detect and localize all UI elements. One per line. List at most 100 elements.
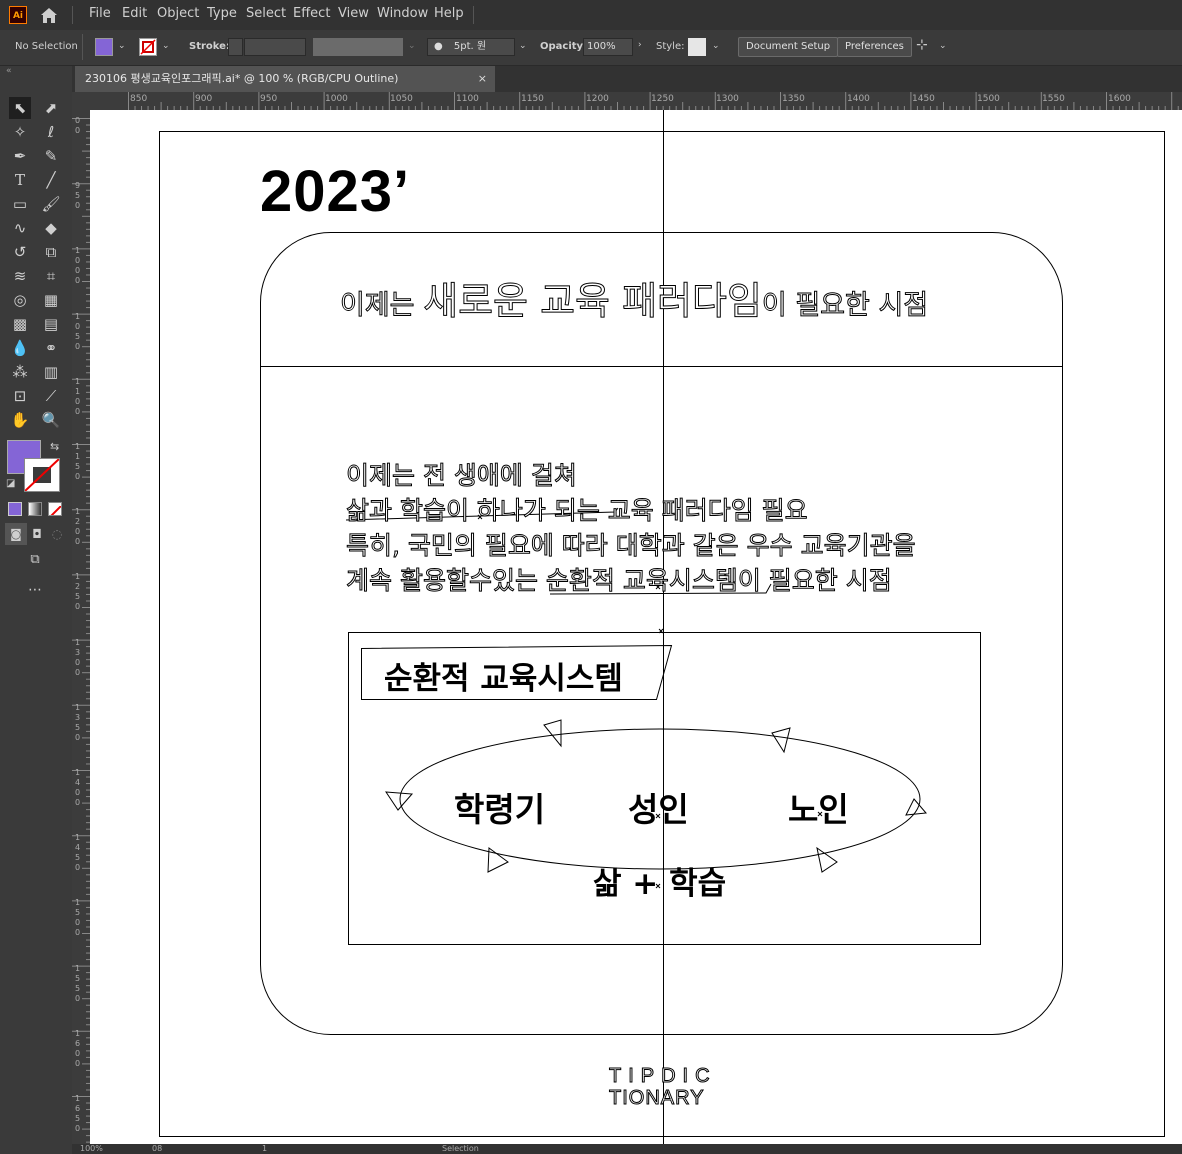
selection-status: No Selection — [15, 41, 78, 52]
home-icon[interactable] — [38, 5, 60, 25]
stage-label: 성인 — [628, 790, 689, 829]
type-tool-icon[interactable]: T — [9, 169, 31, 191]
menu-window[interactable]: Window — [377, 6, 428, 21]
close-icon[interactable]: × — [478, 66, 487, 92]
warp-tool-icon[interactable]: ≋ — [9, 265, 31, 287]
ruler-label: 1250 — [651, 94, 674, 104]
brush-definition-field[interactable]: ● 5pt. 원 — [427, 38, 515, 56]
draw-inside-icon[interactable]: ◌ — [46, 523, 68, 545]
paintbrush-tool-icon[interactable]: 🖌 — [40, 193, 62, 215]
draw-normal-icon[interactable]: ◙ — [5, 523, 27, 545]
fill-swatch[interactable] — [95, 38, 113, 56]
ruler-label: 1550 — [1042, 94, 1065, 104]
ruler-corner — [72, 92, 90, 110]
chevron-down-icon[interactable]: ⌄ — [118, 41, 126, 51]
ruler-label: 1400 — [847, 94, 870, 104]
ruler-label: 950 — [260, 94, 278, 104]
none-mode-icon[interactable] — [48, 502, 62, 516]
menu-bar: Ai File Edit Object Type Select Effect V… — [0, 0, 1182, 30]
ruler-ticks — [128, 92, 1179, 110]
ruler-label: 1 6 5 0 — [75, 1094, 81, 1133]
chevron-down-icon[interactable]: ⌄ — [408, 41, 416, 51]
opacity-field[interactable]: 100% — [583, 38, 633, 56]
stroke-label: Stroke: — [189, 41, 230, 52]
collapse-icon[interactable]: « — [6, 66, 12, 76]
menu-object[interactable]: Object — [157, 6, 199, 21]
preferences-button[interactable]: Preferences — [837, 37, 912, 57]
chevron-down-icon[interactable]: ⌄ — [939, 41, 947, 51]
menu-effect[interactable]: Effect — [293, 6, 330, 21]
slice-tool-icon[interactable]: ⟋ — [40, 385, 62, 407]
page-number[interactable]: 1 — [262, 1144, 267, 1153]
shape-builder-tool-icon[interactable]: ◎ — [9, 289, 31, 311]
gradient-mode-icon[interactable] — [28, 502, 42, 516]
body-line: 삶과 학습이 하나가 되는 교육 패러다임 필요 — [346, 496, 809, 526]
canvas[interactable]: 2023’ 이제는 새로운 교육 패러다임이 필요한 시점 이제는 전 생애에 … — [90, 110, 1182, 1144]
swap-colors-icon[interactable]: ⇆ — [50, 440, 59, 453]
rectangle-tool-icon[interactable]: ▭ — [9, 193, 31, 215]
blend-tool-icon[interactable]: ⚭ — [40, 337, 62, 359]
stroke-swatch[interactable] — [139, 38, 157, 56]
ruler-label: 0 0 — [75, 116, 81, 135]
symbol-sprayer-tool-icon[interactable]: ⁂ — [9, 361, 31, 383]
graphic-style-swatch[interactable] — [688, 38, 706, 56]
shaper-tool-icon[interactable]: ∿ — [9, 217, 31, 239]
perspective-grid-tool-icon[interactable]: ▦ — [40, 289, 62, 311]
document-tab[interactable]: 230106 평생교육인포그래픽.ai* @ 100 % (RGB/CPU Ou… — [75, 66, 495, 92]
arrowhead-icon — [487, 847, 509, 873]
ruler-label: 1 1 0 0 — [75, 376, 81, 416]
color-mode-icon[interactable] — [8, 502, 22, 516]
status-mode: Selection — [442, 1144, 479, 1153]
vertical-ruler[interactable]: 0 0 9 5 0 1 0 0 0 1 0 5 0 1 1 0 0 1 1 5 0 1 2 … — [72, 110, 91, 1144]
lasso-tool-icon[interactable]: ℓ — [40, 121, 62, 143]
chevron-down-icon[interactable]: ⌄ — [712, 41, 720, 51]
scale-tool-icon[interactable]: ⧉ — [40, 241, 62, 263]
default-colors-icon[interactable]: ◪ — [6, 478, 15, 489]
horizontal-ruler[interactable]: 850 900 950 1000 1050 1100 1150 1200 125… — [90, 92, 1182, 111]
variable-width-profile[interactable] — [313, 38, 403, 56]
chevron-down-icon[interactable]: ⌄ — [162, 41, 170, 51]
stroke-stepper[interactable] — [228, 38, 243, 56]
ruler-label: 850 — [130, 94, 148, 104]
zoom-level[interactable]: 100% — [80, 1144, 103, 1153]
gradient-tool-icon[interactable]: ▤ — [40, 313, 62, 335]
menu-type[interactable]: Type — [207, 6, 237, 21]
draw-behind-icon[interactable]: ◘ — [26, 523, 48, 545]
mesh-tool-icon[interactable]: ▩ — [9, 313, 31, 335]
menu-help[interactable]: Help — [434, 6, 464, 21]
screen-mode-icon[interactable]: ⧉ — [24, 549, 46, 571]
menu-edit[interactable]: Edit — [122, 6, 147, 21]
ruler-label: 1 5 5 0 — [75, 963, 81, 1003]
more-tools-icon[interactable]: ⋯ — [24, 579, 46, 601]
hand-tool-icon[interactable]: ✋ — [9, 409, 31, 431]
ruler-label: 9 5 0 — [75, 181, 81, 211]
rotate-tool-icon[interactable]: ↺ — [9, 241, 31, 263]
stroke-color-box[interactable] — [24, 458, 60, 492]
menu-view[interactable]: View — [338, 6, 369, 21]
curvature-tool-icon[interactable]: ✎ — [40, 145, 62, 167]
artboard-number[interactable]: 08 — [152, 1144, 162, 1153]
ruler-label: 1450 — [912, 94, 935, 104]
direct-selection-tool-icon[interactable]: ⬈ — [40, 97, 62, 119]
chevron-right-icon[interactable]: › — [638, 40, 642, 50]
menu-file[interactable]: File — [89, 6, 111, 21]
ruler-label: 1600 — [1108, 94, 1131, 104]
ruler-label: 1200 — [586, 94, 609, 104]
ruler-label: 1 2 0 0 — [75, 507, 81, 547]
free-transform-tool-icon[interactable]: ⌗ — [40, 265, 62, 287]
arrange-documents-icon[interactable]: ⊹ — [916, 37, 928, 53]
zoom-tool-icon[interactable]: 🔍 — [40, 409, 62, 431]
eraser-tool-icon[interactable]: ◆ — [40, 217, 62, 239]
ruler-label: 1350 — [782, 94, 805, 104]
selection-tool-icon[interactable]: ⬉ — [9, 97, 31, 119]
document-setup-button[interactable]: Document Setup — [738, 37, 839, 57]
menu-select[interactable]: Select — [246, 6, 286, 21]
pen-tool-icon[interactable]: ✒ — [9, 145, 31, 167]
stroke-weight-field[interactable] — [244, 38, 306, 56]
line-tool-icon[interactable]: ╱ — [40, 169, 62, 191]
chevron-down-icon[interactable]: ⌄ — [519, 41, 527, 51]
magic-wand-tool-icon[interactable]: ✧ — [9, 121, 31, 143]
column-graph-tool-icon[interactable]: ▥ — [40, 361, 62, 383]
artboard-tool-icon[interactable]: ⊡ — [9, 385, 31, 407]
eyedropper-tool-icon[interactable]: 💧 — [9, 337, 31, 359]
